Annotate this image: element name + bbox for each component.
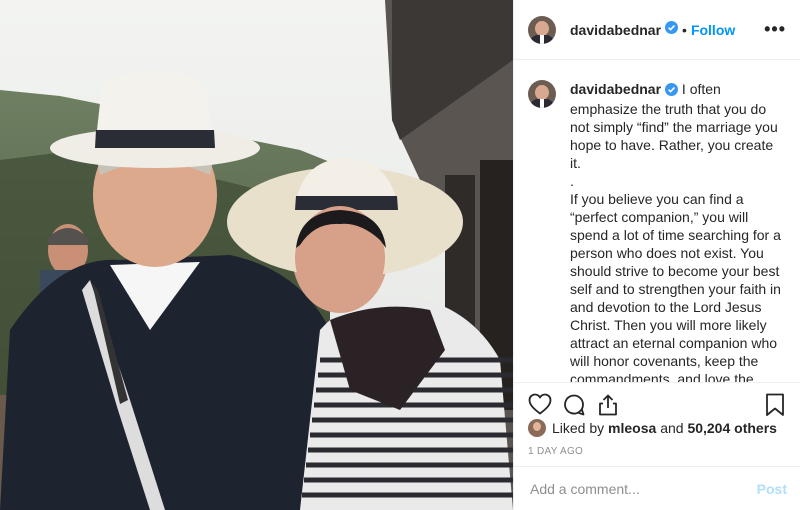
post-comment-button[interactable]: Post (757, 481, 787, 497)
action-bar (514, 382, 800, 424)
post-side-panel: davidabednar • Follow ••• davidabednar I… (513, 0, 800, 510)
more-options-icon[interactable]: ••• (764, 19, 786, 40)
likes-count-link[interactable]: 50,204 others (687, 420, 777, 436)
heart-icon[interactable] (528, 393, 552, 420)
post-header: davidabednar • Follow ••• (514, 0, 800, 60)
post-modal: davidabednar • Follow ••• davidabednar I… (0, 0, 800, 510)
liker-username[interactable]: mleosa (608, 420, 656, 436)
header-separator: • (682, 21, 687, 38)
bookmark-icon[interactable] (764, 393, 786, 422)
likes-summary: Liked by mleosa and 50,204 others (528, 419, 777, 437)
liker-avatar[interactable] (528, 419, 546, 437)
comment-icon[interactable] (562, 393, 586, 422)
post-photo[interactable] (0, 0, 513, 510)
comment-form: Post (514, 466, 800, 510)
photo-illustration (0, 0, 513, 510)
share-icon[interactable] (596, 393, 620, 422)
post-timestamp[interactable]: 1 DAY AGO (528, 446, 583, 457)
caption-avatar[interactable] (528, 80, 556, 108)
follow-button[interactable]: Follow (691, 22, 735, 38)
likes-prefix: Liked by (552, 420, 605, 436)
header-username[interactable]: davidabednar (570, 22, 661, 38)
likes-middle: and (660, 420, 684, 436)
caption-verified-badge-icon (665, 82, 679, 100)
caption-scroll-area[interactable]: davidabednar I often emphasize the truth… (514, 60, 800, 382)
avatar[interactable] (528, 15, 556, 44)
caption-username[interactable]: davidabednar (570, 81, 661, 97)
verified-badge-icon (665, 20, 679, 39)
caption-text: davidabednar I often emphasize the truth… (570, 80, 787, 382)
caption-body: I often emphasize the truth that you do … (570, 81, 781, 382)
comment-input[interactable] (528, 479, 757, 498)
